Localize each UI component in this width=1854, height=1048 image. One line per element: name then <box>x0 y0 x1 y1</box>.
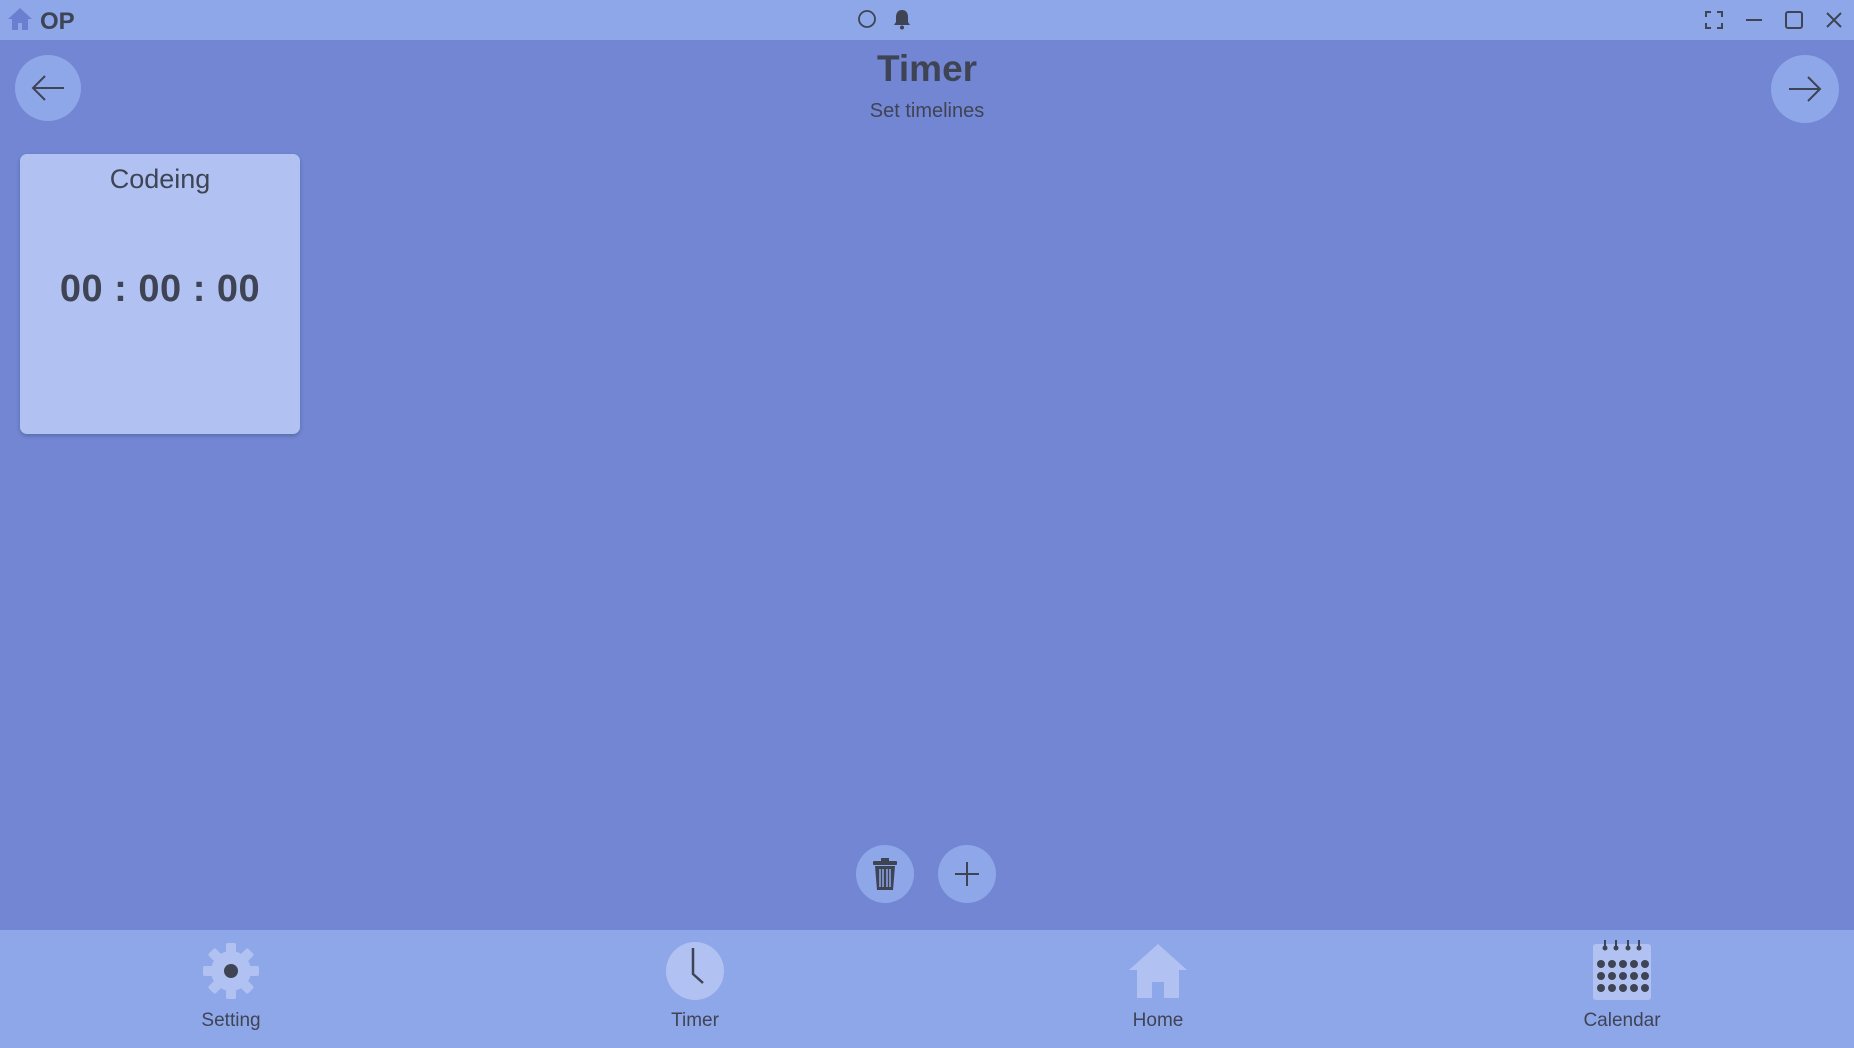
nav-label-timer: Timer <box>671 1010 719 1031</box>
clock-icon <box>666 942 724 1000</box>
nav-label-setting: Setting <box>201 1010 261 1031</box>
nav-item-home[interactable]: Home <box>1078 940 1238 1032</box>
nav-item-calendar[interactable]: Calendar <box>1542 940 1702 1032</box>
timer-name: Codeing <box>109 164 211 194</box>
bottom-navigation: Setting Timer Home Calendar <box>0 930 1854 1048</box>
page-subtitle: Set timelines <box>869 100 985 122</box>
app-name: OP <box>40 7 75 35</box>
page-title: Timer <box>876 48 978 89</box>
add-timer-button[interactable] <box>938 845 996 903</box>
titlebar-center-icons <box>856 8 912 35</box>
title-bar: OP <box>0 0 1854 40</box>
main-content: Timer Set timelines Codeing 00 : 00 : 00 <box>0 40 1854 930</box>
app-identity: OP <box>6 6 75 37</box>
calendar-icon <box>1593 940 1651 1000</box>
nav-label-home: Home <box>1132 1010 1184 1031</box>
nav-label-calendar: Calendar <box>1583 1010 1661 1031</box>
timer-time: 00 : 00 : 00 <box>59 268 261 310</box>
maximize-icon <box>1785 11 1803 29</box>
window-controls <box>1694 4 1854 36</box>
circle-icon[interactable] <box>856 8 878 35</box>
maximize-button[interactable] <box>1774 4 1814 36</box>
delete-button[interactable] <box>856 845 914 903</box>
home-icon <box>6 6 34 37</box>
home-icon <box>1129 944 1187 998</box>
gear-icon <box>203 943 259 999</box>
forward-button[interactable] <box>1771 55 1839 123</box>
nav-item-timer[interactable]: Timer <box>615 940 775 1032</box>
minimize-icon <box>1746 19 1762 21</box>
plus-icon <box>955 862 979 886</box>
fullscreen-button[interactable] <box>1694 4 1734 36</box>
close-icon <box>1826 12 1842 28</box>
fullscreen-icon <box>1705 11 1723 29</box>
arrow-right-icon <box>1789 76 1822 102</box>
nav-item-setting[interactable]: Setting <box>151 940 311 1032</box>
timer-card[interactable]: Codeing 00 : 00 : 00 <box>20 154 300 434</box>
bell-icon[interactable] <box>892 8 912 35</box>
close-button[interactable] <box>1814 4 1854 36</box>
minimize-button[interactable] <box>1734 4 1774 36</box>
trash-icon <box>873 858 897 890</box>
